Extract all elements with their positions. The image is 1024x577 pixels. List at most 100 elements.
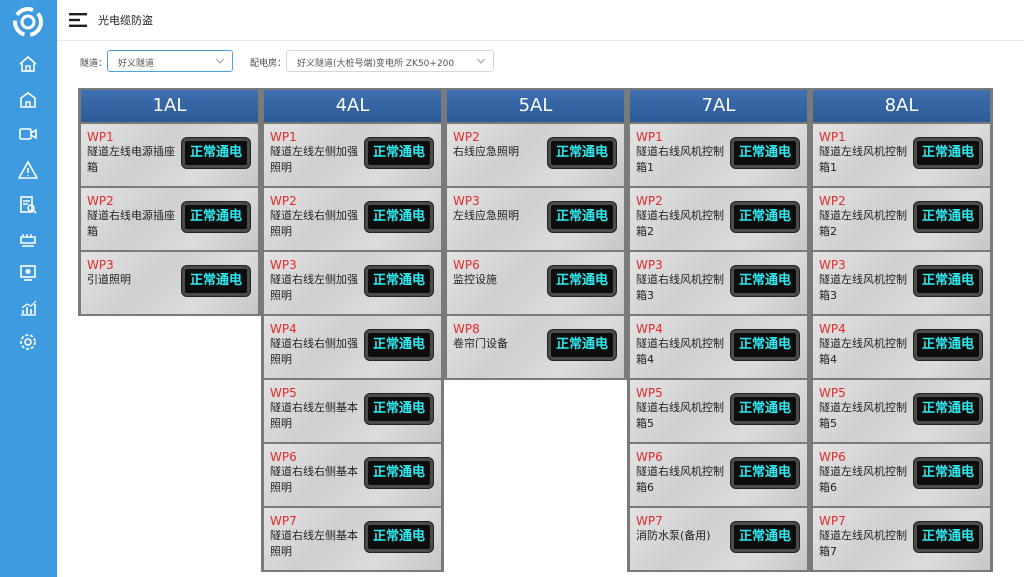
power-status-button[interactable]: 正常通电 bbox=[365, 330, 433, 360]
circuit-name: 隧道左线风机控制箱7 bbox=[819, 529, 907, 558]
panel-column-5al: 5AL WP2 右线应急照明 正常通电 WP3 左线应急照明 正常通电 WP6 监控设施 正常通电… bbox=[444, 88, 627, 380]
circuit-card[interactable]: WP8 卷帘门设备 正常通电 bbox=[447, 316, 624, 378]
power-status-button[interactable]: 正常通电 bbox=[182, 266, 250, 296]
circuit-card[interactable]: WP3 隧道左线风机控制箱3 正常通电 bbox=[813, 252, 990, 314]
circuit-name: 隧道右线左侧基本照明 bbox=[270, 529, 358, 558]
power-status-button[interactable]: 正常通电 bbox=[914, 202, 982, 232]
power-status-button[interactable]: 正常通电 bbox=[365, 202, 433, 232]
room-select-value: 好义隧道(大桩号端)变电所 ZK50+200 bbox=[297, 59, 455, 69]
power-status-button[interactable]: 正常通电 bbox=[914, 266, 982, 296]
circuit-card[interactable]: WP5 隧道右线风机控制箱5 正常通电 bbox=[630, 380, 807, 442]
nav-video[interactable] bbox=[16, 122, 40, 146]
building-icon bbox=[20, 92, 36, 108]
circuit-name: 隧道右线左侧基本照明 bbox=[270, 401, 358, 430]
nav-alarm[interactable] bbox=[16, 158, 40, 182]
circuit-name: 隧道右线风机控制箱3 bbox=[636, 273, 724, 302]
power-status-button[interactable]: 正常通电 bbox=[365, 522, 433, 552]
app-logo-icon bbox=[13, 7, 43, 37]
power-status-button[interactable]: 正常通电 bbox=[731, 330, 799, 360]
circuit-card[interactable]: WP2 隧道右线电源插座箱 正常通电 bbox=[81, 188, 258, 250]
circuit-card[interactable]: WP5 隧道右线左侧基本照明 正常通电 bbox=[264, 380, 441, 442]
chevron-down-icon bbox=[477, 58, 485, 64]
power-status-button[interactable]: 正常通电 bbox=[548, 330, 616, 360]
nav-monitor[interactable] bbox=[16, 261, 40, 285]
circuit-name: 隧道右线电源插座箱 bbox=[87, 209, 175, 238]
circuit-card[interactable]: WP6 监控设施 正常通电 bbox=[447, 252, 624, 314]
tunnel-label: 隧道： bbox=[80, 59, 108, 69]
power-status-button[interactable]: 正常通电 bbox=[731, 266, 799, 296]
circuit-name: 隧道左线风机控制箱1 bbox=[819, 145, 907, 174]
power-status-button[interactable]: 正常通电 bbox=[731, 458, 799, 488]
circuit-card[interactable]: WP2 隧道右线风机控制箱2 正常通电 bbox=[630, 188, 807, 250]
circuit-card[interactable]: WP7 消防水泵(备用) 正常通电 bbox=[630, 508, 807, 570]
power-status-button[interactable]: 正常通电 bbox=[731, 394, 799, 424]
panel-column-8al: 8AL WP1 隧道左线风机控制箱1 正常通电 WP2 隧道左线风机控制箱2 正常通电 WP3… bbox=[810, 88, 993, 572]
tunnel-select-value: 好义隧道 bbox=[118, 59, 155, 69]
room-select[interactable]: 好义隧道(大桩号端)变电所 ZK50+200 bbox=[286, 50, 494, 72]
circuit-card[interactable]: WP6 隧道右线风机控制箱6 正常通电 bbox=[630, 444, 807, 506]
menu-toggle-icon[interactable] bbox=[69, 12, 89, 28]
circuit-card[interactable]: WP2 隧道左线右侧加强照明 正常通电 bbox=[264, 188, 441, 250]
power-status-button[interactable]: 正常通电 bbox=[365, 458, 433, 488]
power-status-button[interactable]: 正常通电 bbox=[914, 138, 982, 168]
nav-report[interactable] bbox=[16, 193, 40, 217]
circuit-card[interactable]: WP3 隧道右线左侧加强照明 正常通电 bbox=[264, 252, 441, 314]
circuit-name: 隧道右线风机控制箱2 bbox=[636, 209, 724, 238]
power-status-button[interactable]: 正常通电 bbox=[731, 138, 799, 168]
circuit-card[interactable]: WP6 隧道右线右侧基本照明 正常通电 bbox=[264, 444, 441, 506]
power-status-button[interactable]: 正常通电 bbox=[731, 522, 799, 552]
circuit-name: 隧道左线风机控制箱3 bbox=[819, 273, 907, 302]
circuit-card[interactable]: WP3 引道照明 正常通电 bbox=[81, 252, 258, 314]
room-label: 配电房： bbox=[250, 59, 287, 69]
nav-statistics[interactable] bbox=[16, 296, 40, 320]
device-icon bbox=[20, 234, 36, 247]
warning-icon bbox=[18, 160, 38, 179]
video-icon bbox=[19, 128, 37, 140]
settings-icon bbox=[20, 334, 36, 350]
circuit-name: 卷帘门设备 bbox=[453, 337, 508, 350]
circuit-card[interactable]: WP1 隧道右线风机控制箱1 正常通电 bbox=[630, 124, 807, 186]
circuit-card[interactable]: WP7 隧道右线左侧基本照明 正常通电 bbox=[264, 508, 441, 570]
nav-settings[interactable] bbox=[16, 330, 40, 354]
circuit-card[interactable]: WP6 隧道左线风机控制箱6 正常通电 bbox=[813, 444, 990, 506]
circuit-card[interactable]: WP4 隧道右线右侧加强照明 正常通电 bbox=[264, 316, 441, 378]
circuit-card[interactable]: WP2 右线应急照明 正常通电 bbox=[447, 124, 624, 186]
power-status-button[interactable]: 正常通电 bbox=[182, 138, 250, 168]
circuit-card[interactable]: WP4 隧道右线风机控制箱4 正常通电 bbox=[630, 316, 807, 378]
power-status-button[interactable]: 正常通电 bbox=[914, 394, 982, 424]
panel-column-1al: 1AL WP1 隧道左线电源插座箱 正常通电 WP2 隧道右线电源插座箱 正常通电 WP3 引道… bbox=[78, 88, 261, 316]
power-status-button[interactable]: 正常通电 bbox=[365, 394, 433, 424]
nav-device[interactable] bbox=[16, 227, 40, 251]
power-status-button[interactable]: 正常通电 bbox=[914, 458, 982, 488]
circuit-card[interactable]: WP2 隧道左线风机控制箱2 正常通电 bbox=[813, 188, 990, 250]
home-icon bbox=[19, 55, 37, 72]
report-icon bbox=[20, 196, 37, 214]
power-status-button[interactable]: 正常通电 bbox=[731, 202, 799, 232]
nav-home[interactable] bbox=[16, 52, 40, 76]
power-status-button[interactable]: 正常通电 bbox=[182, 202, 250, 232]
power-status-button[interactable]: 正常通电 bbox=[548, 202, 616, 232]
circuit-name: 隧道左线风机控制箱6 bbox=[819, 465, 907, 494]
circuit-name: 隧道右线右侧基本照明 bbox=[270, 465, 358, 494]
power-status-button[interactable]: 正常通电 bbox=[365, 138, 433, 168]
nav-building[interactable] bbox=[16, 88, 40, 112]
circuit-card[interactable]: WP3 隧道右线风机控制箱3 正常通电 bbox=[630, 252, 807, 314]
topbar: 光电缆防盗 bbox=[57, 0, 1024, 41]
circuit-card[interactable]: WP4 隧道左线风机控制箱4 正常通电 bbox=[813, 316, 990, 378]
circuit-name: 隧道右线风机控制箱5 bbox=[636, 401, 724, 430]
panel-column-title: 8AL bbox=[813, 90, 990, 122]
circuit-card[interactable]: WP1 隧道左线风机控制箱1 正常通电 bbox=[813, 124, 990, 186]
page-title: 光电缆防盗 bbox=[98, 14, 153, 27]
tunnel-select[interactable]: 好义隧道 bbox=[107, 50, 233, 72]
circuit-card[interactable]: WP1 隧道左线左侧加强照明 正常通电 bbox=[264, 124, 441, 186]
power-status-button[interactable]: 正常通电 bbox=[365, 266, 433, 296]
circuit-card[interactable]: WP3 左线应急照明 正常通电 bbox=[447, 188, 624, 250]
panel-column-title: 7AL bbox=[630, 90, 807, 122]
circuit-card[interactable]: WP7 隧道左线风机控制箱7 正常通电 bbox=[813, 508, 990, 570]
power-status-button[interactable]: 正常通电 bbox=[548, 138, 616, 168]
power-status-button[interactable]: 正常通电 bbox=[548, 266, 616, 296]
power-status-button[interactable]: 正常通电 bbox=[914, 522, 982, 552]
power-status-button[interactable]: 正常通电 bbox=[914, 330, 982, 360]
circuit-card[interactable]: WP5 隧道左线风机控制箱5 正常通电 bbox=[813, 380, 990, 442]
circuit-card[interactable]: WP1 隧道左线电源插座箱 正常通电 bbox=[81, 124, 258, 186]
